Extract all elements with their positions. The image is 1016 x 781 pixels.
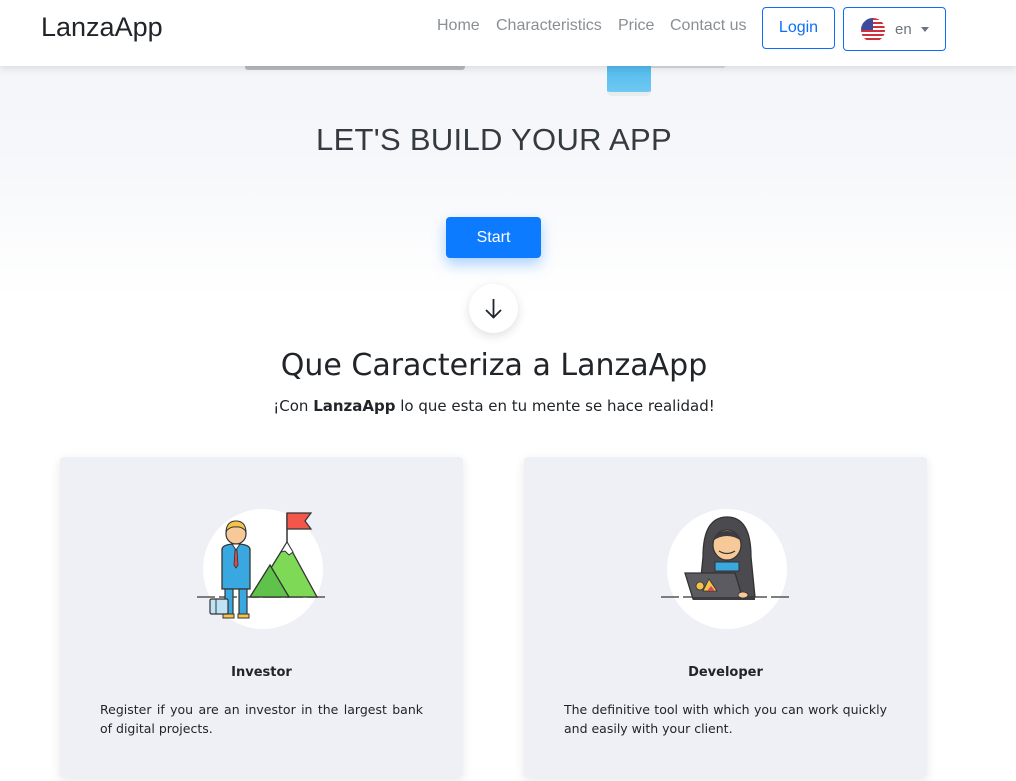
language-label: en	[895, 21, 912, 38]
subtitle-prefix: ¡Con	[273, 397, 314, 415]
hero-title: LET'S BUILD YOUR APP	[316, 122, 672, 157]
navbar: LanzaApp Home Characteristics Price Cont…	[0, 0, 1016, 66]
start-button[interactable]: Start	[446, 217, 541, 258]
card-title: Developer	[688, 665, 763, 680]
brand-logo[interactable]: LanzaApp	[41, 12, 163, 43]
investor-illustration-icon	[197, 509, 328, 629]
feature-card-investor[interactable]: Investor Register if you are an investor…	[60, 457, 463, 777]
developer-illustration-icon	[661, 509, 792, 629]
nav-link-price[interactable]: Price	[618, 17, 654, 35]
arrow-down-icon	[485, 299, 502, 319]
nav-link-home[interactable]: Home	[437, 17, 480, 35]
nav-link-contact[interactable]: Contact us	[670, 17, 746, 35]
section-subtitle: ¡Con LanzaApp lo que esta en tu mente se…	[0, 397, 988, 415]
login-button[interactable]: Login	[762, 7, 835, 49]
section-title: Que Caracteriza a LanzaApp	[280, 348, 708, 383]
nav-link-characteristics[interactable]: Characteristics	[496, 17, 602, 35]
subtitle-suffix: lo que esta en tu mente se hace realidad…	[395, 397, 715, 415]
language-dropdown[interactable]: en	[843, 7, 946, 51]
card-description: Register if you are an investor in the l…	[100, 702, 423, 736]
subtitle-brand: LanzaApp	[313, 397, 396, 415]
us-flag-icon	[861, 18, 885, 42]
feature-card-developer[interactable]: Developer The definitive tool with which…	[524, 457, 927, 777]
scroll-down-button[interactable]	[469, 284, 518, 333]
card-title: Investor	[231, 665, 292, 680]
card-description: The definitive tool with which you can w…	[564, 702, 887, 736]
chevron-down-icon	[921, 27, 929, 32]
